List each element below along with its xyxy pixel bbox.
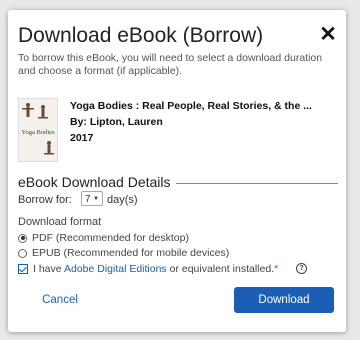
book-title: Yoga Bodies : Real People, Real Stories,…	[70, 100, 312, 112]
format-option-pdf[interactable]: PDF (Recommended for desktop)	[18, 232, 189, 244]
adobe-digital-editions-link[interactable]: Adobe Digital Editions	[64, 263, 167, 275]
help-icon[interactable]: ?	[296, 263, 307, 274]
section-divider	[176, 183, 338, 184]
download-dialog: Download eBook (Borrow) ✕ To borrow this…	[8, 10, 346, 332]
required-asterisk: *	[274, 263, 279, 275]
confirm-software-checkbox[interactable]	[18, 264, 28, 274]
close-icon[interactable]: ✕	[318, 24, 338, 45]
format-option-pdf-label: PDF (Recommended for desktop)	[32, 232, 189, 244]
borrow-duration-value: 7	[85, 194, 91, 205]
format-option-epub[interactable]: EPUB (Recommended for mobile devices)	[18, 247, 229, 259]
book-year: 2017	[70, 132, 94, 144]
download-details-heading: eBook Download Details	[18, 174, 171, 190]
book-author: By: Lipton, Lauren	[70, 116, 163, 128]
book-cover: Yoga Bodies	[18, 98, 58, 162]
borrow-duration-unit: day(s)	[107, 194, 138, 206]
format-option-epub-label: EPUB (Recommended for mobile devices)	[32, 247, 230, 259]
dialog-intro: To borrow this eBook, you will need to s…	[18, 52, 323, 77]
cancel-button[interactable]: Cancel	[20, 287, 100, 313]
dialog-title: Download eBook (Borrow)	[18, 24, 264, 47]
borrow-duration-label: Borrow for:	[18, 194, 72, 206]
download-format-label: Download format	[18, 216, 102, 228]
download-button[interactable]: Download	[234, 287, 334, 313]
radio-pdf[interactable]	[18, 233, 27, 243]
radio-epub[interactable]	[18, 248, 27, 258]
borrow-duration-select[interactable]: 7 ▼	[81, 191, 103, 206]
confirm-software-label: I have Adobe Digital Editions or equival…	[33, 263, 278, 275]
confirm-suffix: or equivalent installed.	[166, 263, 275, 275]
chevron-down-icon: ▼	[93, 196, 99, 202]
confirm-prefix: I have	[33, 263, 64, 275]
confirm-software-row: I have Adobe Digital Editions or equival…	[18, 263, 278, 275]
book-cover-title: Yoga Bodies	[21, 129, 55, 136]
